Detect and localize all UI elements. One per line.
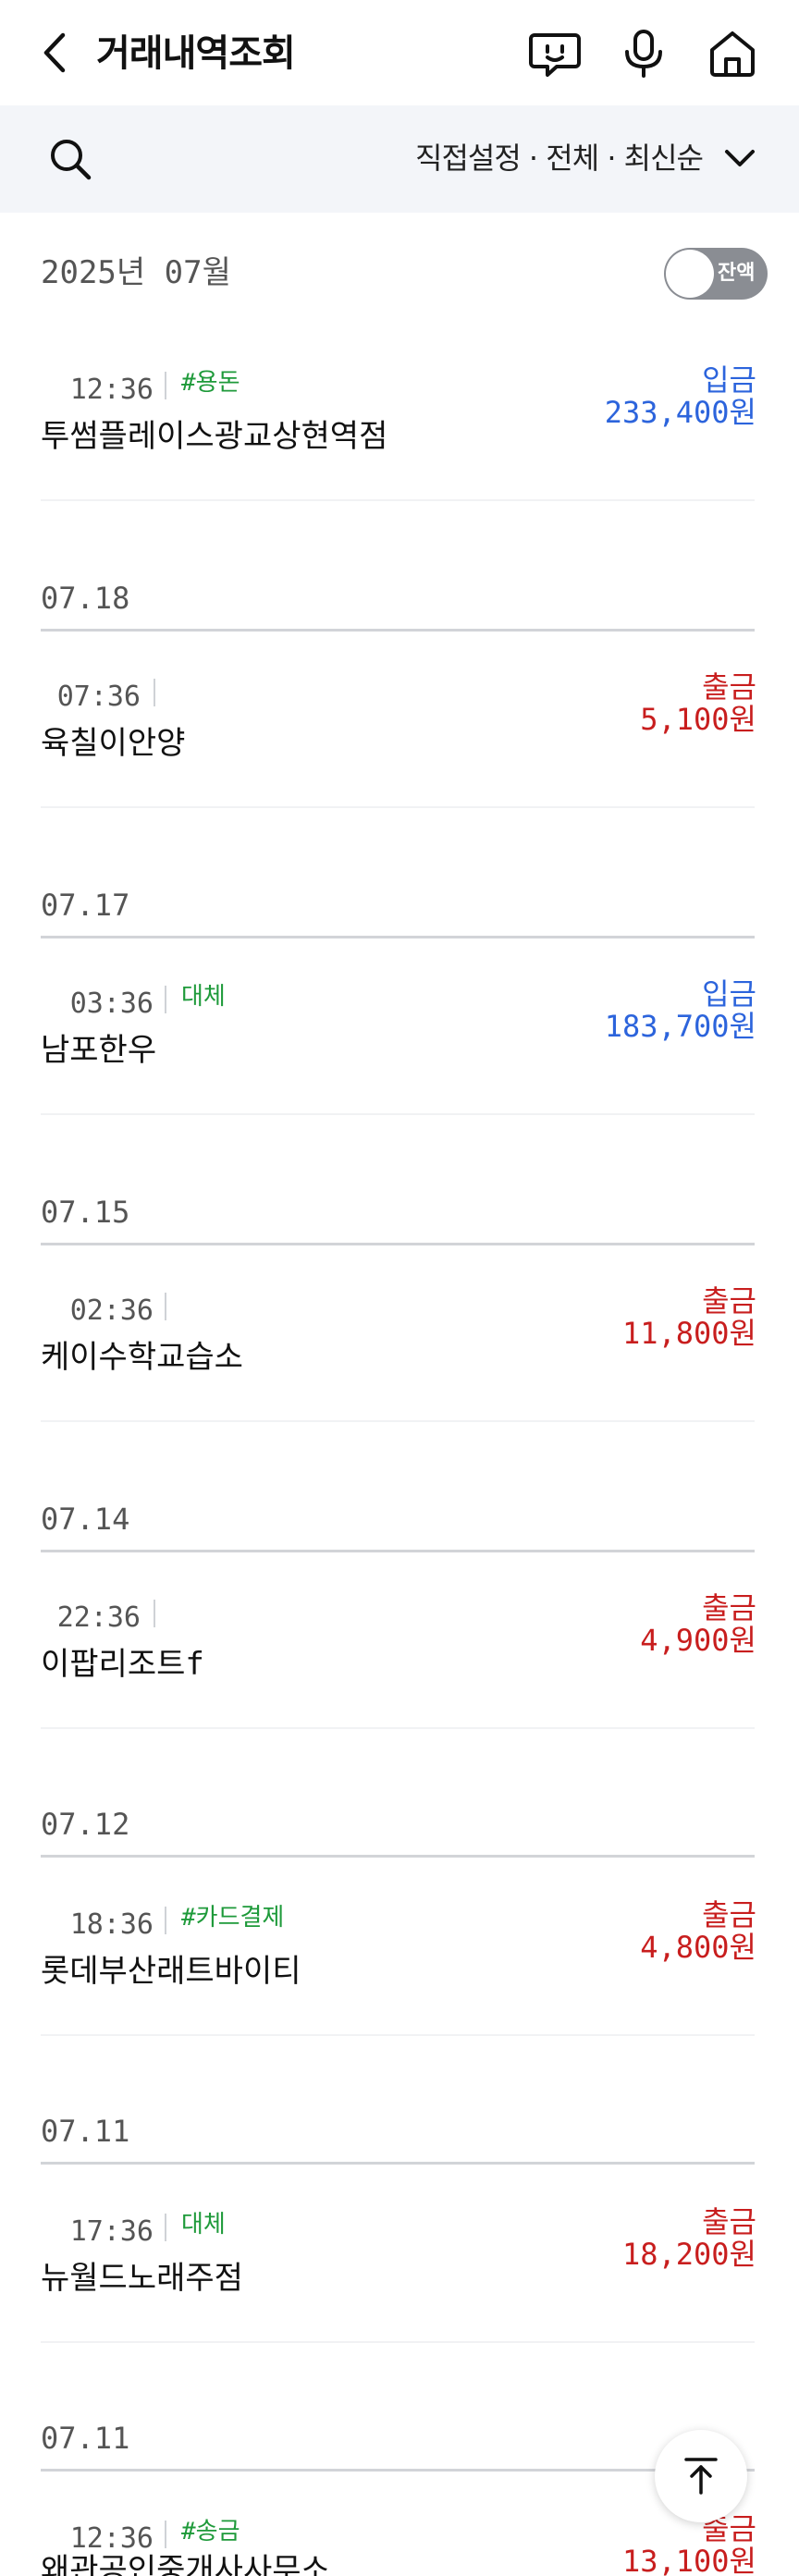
tx-amount: 11,800원 — [621, 1316, 756, 1351]
tx-type: 출금 — [702, 1897, 756, 1932]
tx-amount: 233,400원 — [604, 395, 756, 430]
tx-divider — [165, 372, 166, 399]
transaction-row[interactable]: 12:36 #용돈 투썸플레이스광교상현역점 입금 233,400원 — [0, 362, 799, 501]
date-label: 07.11 — [41, 2421, 130, 2456]
tx-tag: 대체 — [181, 2211, 226, 2239]
row-divider — [41, 806, 755, 808]
tx-merchant: 왜관공인중개사사무소 — [41, 2552, 330, 2576]
row-divider — [41, 1420, 755, 1422]
mic-icon[interactable] — [616, 26, 671, 81]
tx-time: 18:36 — [69, 1908, 154, 1941]
tx-amount: 5,100원 — [640, 702, 756, 737]
month-label: 2025년 07월 — [41, 254, 231, 291]
filter-summary[interactable]: 직접설정 · 전체 · 최신순 — [415, 137, 704, 179]
transaction-row[interactable]: 03:36 대체 남포한우 입금 183,700원 — [0, 976, 799, 1115]
date-header: 07.14 — [41, 1498, 755, 1552]
tx-merchant: 남포한우 — [41, 1032, 157, 1069]
transaction-row[interactable]: 18:36 #카드결제 롯데부산래트바이티 출금 4,800원 — [0, 1897, 799, 2036]
home-icon[interactable] — [705, 26, 760, 81]
tx-merchant: 투썸플레이스광교상현역점 — [41, 418, 388, 455]
date-divider — [41, 2162, 755, 2165]
date-header: 07.17 — [41, 884, 755, 938]
tx-tag: #용돈 — [181, 369, 240, 397]
tx-tag: #카드결제 — [181, 1904, 285, 1932]
transaction-row[interactable]: 22:36 이팝리조트f 출금 4,900원 — [0, 1590, 799, 1729]
transaction-row[interactable]: 07:36 육칠이안양 출금 5,100원 — [0, 669, 799, 808]
tx-time: 17:36 — [69, 2215, 154, 2248]
date-divider — [41, 1243, 755, 1245]
row-divider — [41, 1113, 755, 1115]
tx-divider — [154, 679, 155, 706]
tx-amount: 183,700원 — [604, 1009, 756, 1044]
tx-type: 출금 — [702, 1283, 756, 1319]
date-header: 07.11 — [41, 2417, 755, 2472]
date-divider — [41, 1550, 755, 1552]
filter-bar: 직접설정 · 전체 · 최신순 — [0, 105, 799, 213]
row-divider — [41, 2034, 755, 2036]
tx-time: 22:36 — [56, 1601, 141, 1634]
balance-toggle-label: 잔액 — [718, 262, 756, 285]
tx-amount: 4,900원 — [640, 1623, 756, 1658]
tx-time: 12:36 — [69, 374, 154, 406]
tx-divider — [165, 986, 166, 1013]
tx-divider — [165, 1293, 166, 1320]
row-divider — [41, 1727, 755, 1729]
date-header: 07.12 — [41, 1803, 755, 1858]
transaction-row[interactable]: 12:36 #송금 왜관공인중개사사무소 출금 13,100원 — [0, 2511, 799, 2576]
app-header: 거래내역조회 — [0, 0, 799, 105]
tx-tag: #송금 — [181, 2518, 240, 2545]
date-label: 07.12 — [41, 1807, 130, 1842]
search-icon[interactable] — [46, 135, 94, 183]
tx-tag: 대체 — [181, 983, 226, 1011]
date-divider — [41, 1855, 755, 1858]
tx-amount: 18,200원 — [621, 2237, 756, 2272]
date-header: 07.15 — [41, 1191, 755, 1245]
tx-merchant: 육칠이안양 — [41, 725, 186, 762]
tx-type: 입금 — [702, 362, 756, 398]
tx-merchant: 뉴월드노래주점 — [41, 2260, 243, 2297]
tx-divider — [165, 2521, 166, 2548]
date-header: 07.18 — [41, 577, 755, 632]
tx-type: 출금 — [702, 1590, 756, 1625]
tx-type: 출금 — [702, 2204, 756, 2239]
date-divider — [41, 629, 755, 632]
tx-divider — [165, 1907, 166, 1934]
date-header: 07.11 — [41, 2110, 755, 2165]
date-label: 07.14 — [41, 1502, 130, 1537]
tx-time: 02:36 — [69, 1294, 154, 1327]
balance-toggle[interactable]: 잔액 — [664, 248, 768, 300]
tx-time: 07:36 — [56, 681, 141, 713]
transaction-row[interactable]: 02:36 케이수학교습소 출금 11,800원 — [0, 1283, 799, 1422]
scroll-to-top-button[interactable] — [655, 2430, 747, 2522]
tx-divider — [165, 2214, 166, 2241]
tx-amount: 13,100원 — [621, 2544, 756, 2576]
date-label: 07.11 — [41, 2114, 130, 2149]
tx-divider — [154, 1600, 155, 1627]
chevron-down-icon[interactable] — [721, 141, 758, 178]
tx-type: 입금 — [702, 976, 756, 1012]
tx-merchant: 케이수학교습소 — [41, 1339, 243, 1376]
date-divider — [41, 936, 755, 938]
tx-time: 03:36 — [69, 987, 154, 1020]
date-label: 07.15 — [41, 1195, 130, 1230]
row-divider — [41, 499, 755, 501]
date-label: 07.17 — [41, 888, 130, 923]
tx-merchant: 이팝리조트f — [41, 1646, 204, 1683]
date-divider — [41, 2469, 755, 2472]
row-divider — [41, 2341, 755, 2343]
tx-merchant: 롯데부산래트바이티 — [41, 1953, 301, 1990]
tx-amount: 4,800원 — [640, 1930, 756, 1965]
back-icon[interactable] — [37, 30, 74, 76]
chat-bubble-icon[interactable] — [527, 26, 583, 81]
toggle-knob — [666, 250, 714, 298]
page-title: 거래내역조회 — [96, 32, 296, 75]
transaction-row[interactable]: 17:36 대체 뉴월드노래주점 출금 18,200원 — [0, 2204, 799, 2343]
tx-type: 출금 — [702, 669, 756, 705]
arrow-up-icon — [684, 2458, 718, 2495]
date-label: 07.18 — [41, 581, 130, 616]
